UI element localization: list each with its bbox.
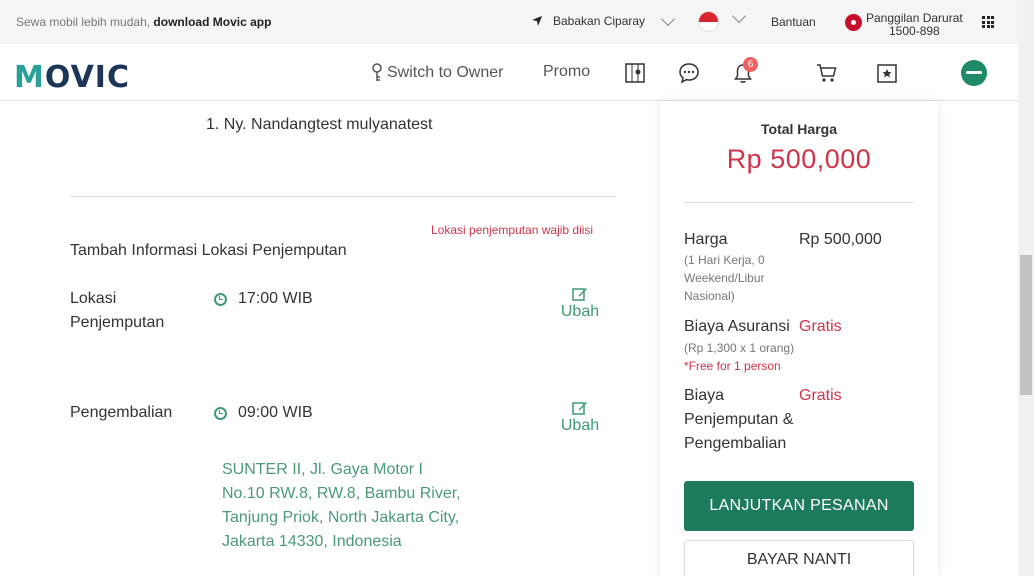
movic-logo[interactable]: MOVIC: [14, 60, 130, 95]
card-divider: [684, 202, 914, 203]
scrollbar-thumb[interactable]: [1020, 255, 1032, 395]
insurance-label: Biaya Asuransi: [684, 318, 790, 335]
key-icon: [372, 63, 382, 81]
edit-icon: [572, 402, 587, 415]
insurance-free-note: *Free for 1 person: [684, 359, 781, 373]
emergency-icon: [845, 14, 862, 31]
pay-later-button[interactable]: BAYAR NANTI: [684, 540, 914, 576]
user-avatar[interactable]: [961, 60, 987, 86]
return-label: Pengembalian: [70, 404, 173, 421]
switch-to-owner-link[interactable]: Switch to Owner: [370, 63, 503, 83]
map-icon[interactable]: [624, 62, 646, 84]
pickup-time-value: 17:00 WIB: [238, 290, 313, 307]
insurance-value: Gratis: [799, 318, 842, 335]
pickup-label: Lokasi Penjemputan: [70, 290, 165, 331]
chevron-down-icon: [660, 11, 676, 26]
language-flag-icon[interactable]: [698, 11, 719, 32]
pickup-fee-label: Biaya Penjemputan & Pengembalian: [684, 387, 794, 452]
main-navbar: MOVIC Switch to Owner Promo 6: [0, 44, 1018, 101]
return-time-value: 09:00 WIB: [238, 404, 313, 421]
chat-icon[interactable]: [678, 62, 700, 84]
emergency-call[interactable]: Panggilan Darurat 1500-898: [845, 12, 963, 38]
pickup-warning: Lokasi penjemputan wajib diisi: [431, 223, 594, 237]
cart-icon[interactable]: [816, 62, 838, 84]
insurance-note: (Rp 1,300 x 1 orang): [684, 341, 795, 355]
add-pickup-info-title[interactable]: Tambah Informasi Lokasi Penjemputan: [70, 242, 347, 260]
location-selector[interactable]: Babakan Ciparay: [531, 11, 676, 28]
promo-link[interactable]: Promo: [543, 63, 590, 81]
total-price-value: Rp 500,000: [726, 144, 872, 174]
total-price-label: Total Harga: [761, 121, 837, 137]
location-arrow-icon: [532, 16, 542, 26]
emergency-number: 1500-898: [889, 24, 940, 38]
price-value: Rp 500,000: [799, 231, 882, 248]
price-note: (1 Hari Kerja, 0 Weekend/Libur Nasional): [684, 253, 765, 303]
switch-to-owner-label: Switch to Owner: [387, 64, 504, 81]
pickup-time: 17:00 WIB: [214, 290, 313, 308]
promo-text: Sewa mobil lebih mudah,: [16, 15, 154, 29]
page-scrollbar[interactable]: [1018, 0, 1034, 576]
price-summary-card: Total Harga Rp 500,000 Harga Rp 500,000 …: [660, 101, 938, 576]
passenger-name: 1. Ny. Nandangtest mulyanatest: [206, 116, 433, 133]
location-label: Babakan Ciparay: [553, 14, 646, 28]
return-time: 09:00 WIB: [214, 404, 313, 422]
edit-pickup-button[interactable]: Ubah: [560, 287, 600, 321]
clock-icon: [214, 406, 227, 420]
section-divider: [70, 196, 616, 197]
apps-grid-icon[interactable]: [982, 16, 994, 28]
price-label: Harga: [684, 231, 728, 248]
edit-icon: [572, 288, 587, 301]
app-promo[interactable]: Sewa mobil lebih mudah, download Movic a…: [16, 15, 271, 29]
edit-return-button[interactable]: Ubah: [560, 401, 600, 435]
bookmark-star-icon[interactable]: [876, 62, 898, 84]
top-strip: Sewa mobil lebih mudah, download Movic a…: [0, 0, 1018, 44]
help-link[interactable]: Bantuan: [771, 15, 816, 29]
pickup-fee-value: Gratis: [799, 387, 842, 404]
clock-icon: [214, 292, 227, 306]
continue-order-button[interactable]: LANJUTKAN PESANAN: [684, 481, 914, 531]
download-app-link[interactable]: download Movic app: [153, 15, 271, 29]
notification-badge: 6: [743, 57, 758, 72]
return-address: SUNTER II, Jl. Gaya Motor I No.10 RW.8, …: [222, 461, 461, 550]
language-chevron-down-icon[interactable]: [731, 8, 747, 24]
